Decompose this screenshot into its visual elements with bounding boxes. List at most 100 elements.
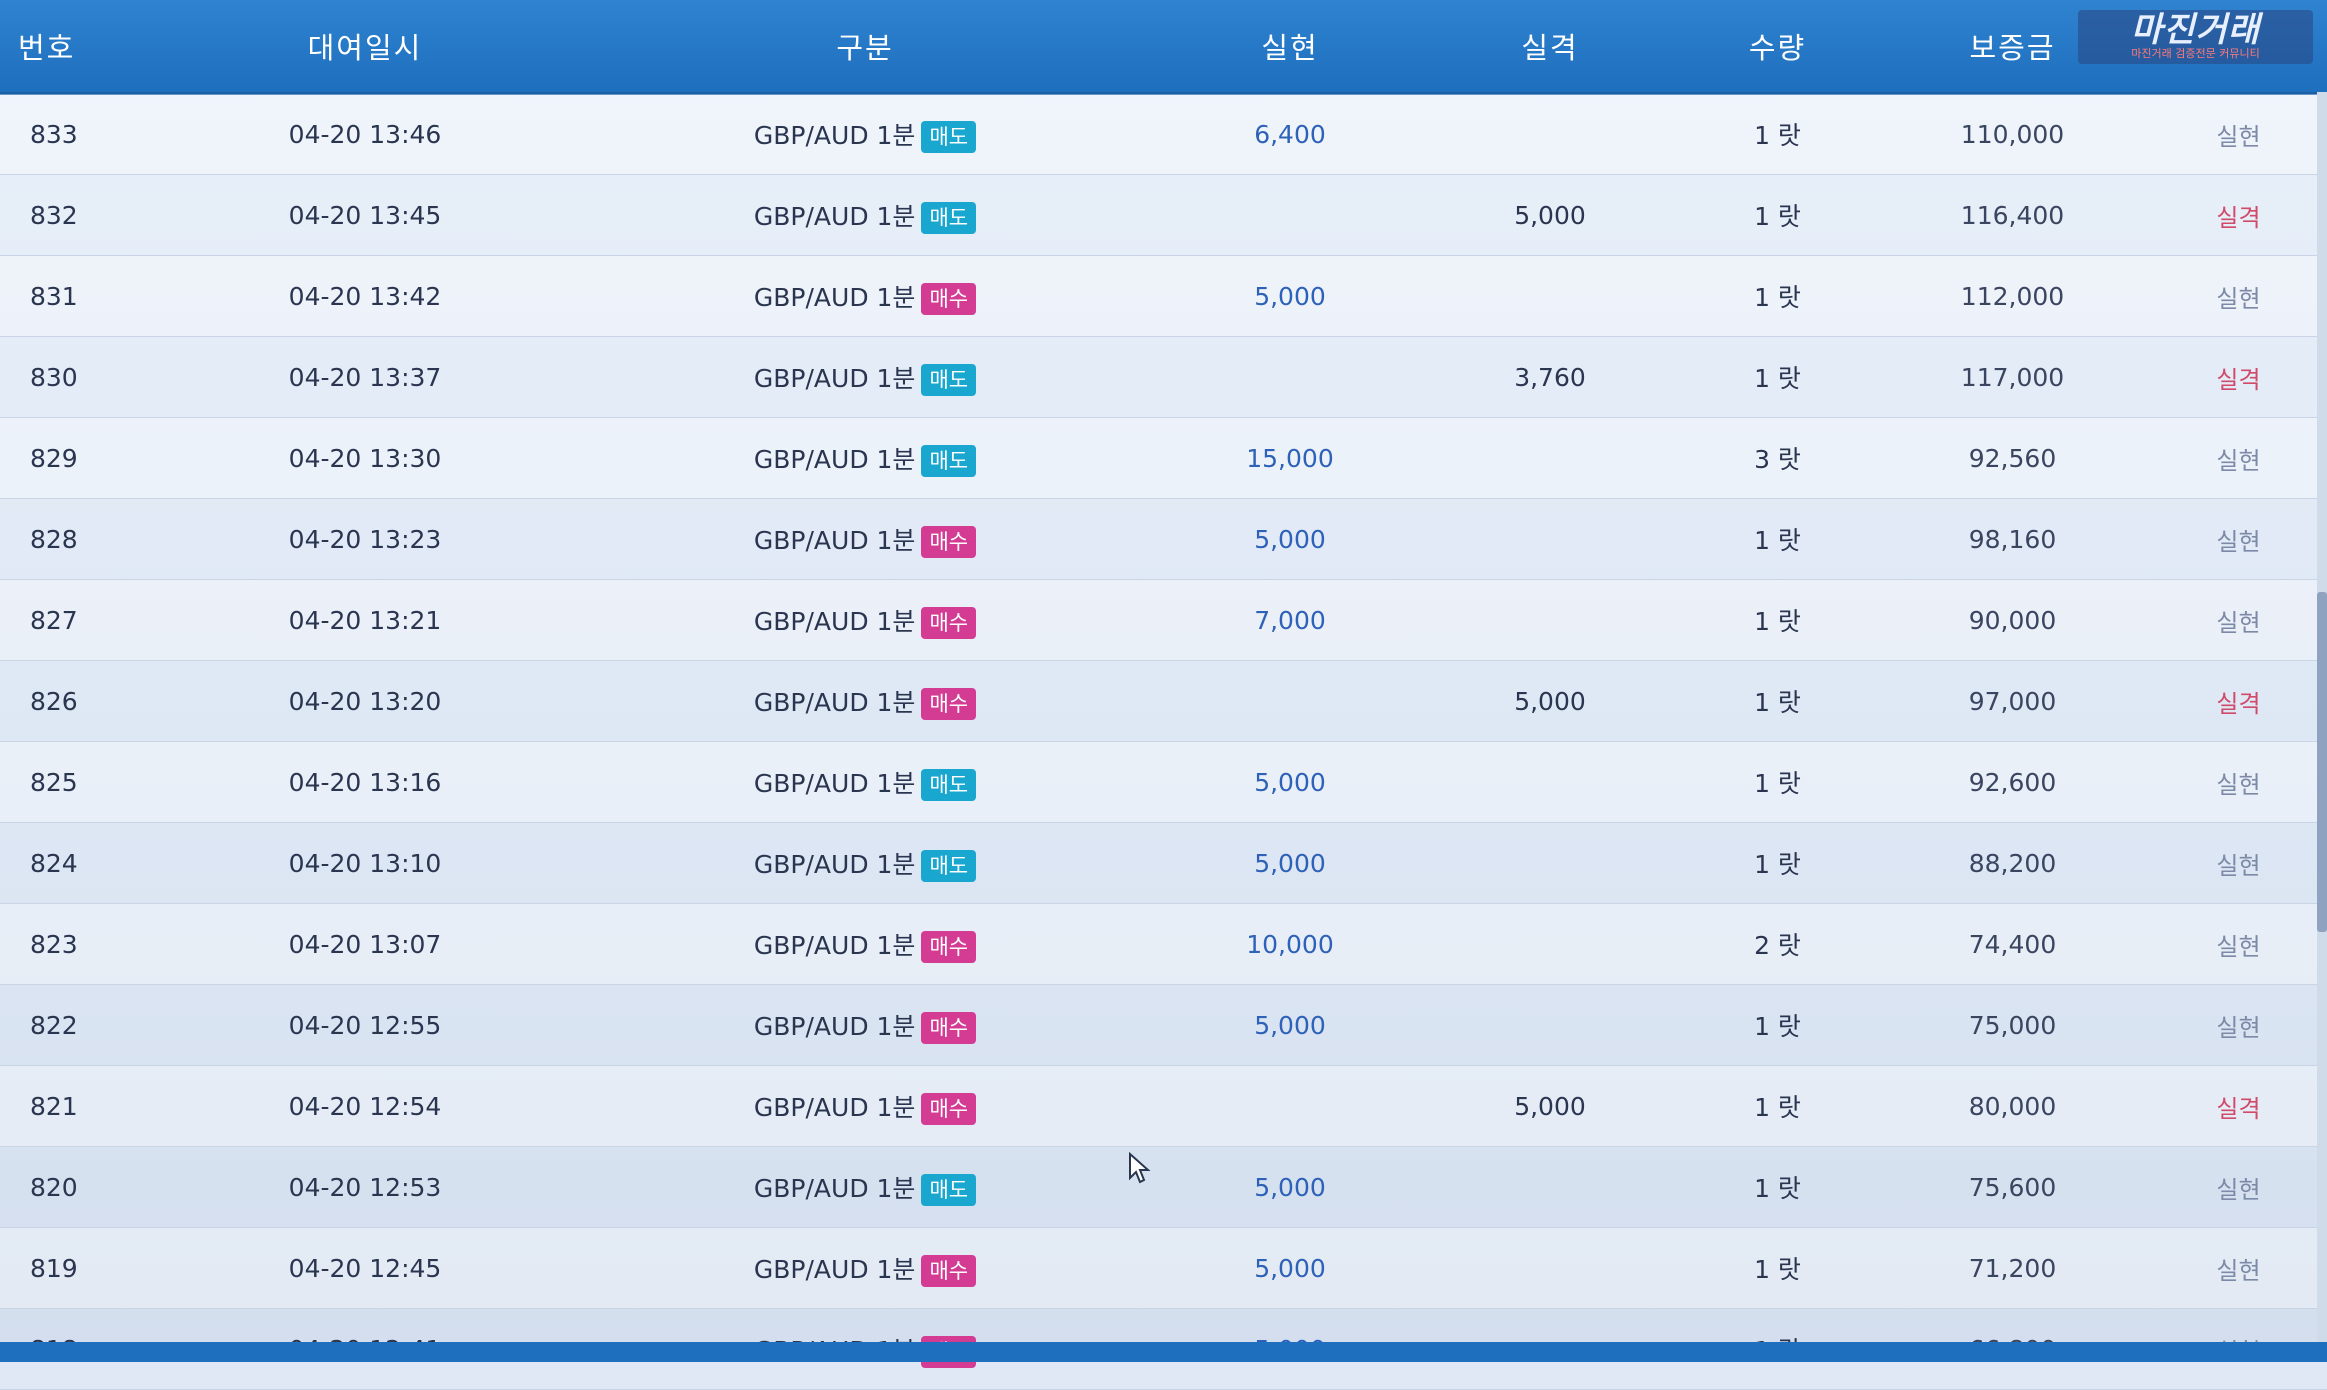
row-datetime: 04-20 13:45: [288, 200, 442, 230]
row-status: 실현: [2216, 284, 2261, 313]
row-number: 824: [30, 848, 78, 878]
row-margin: 117,000: [1960, 362, 2065, 392]
row-margin: 80,000: [1968, 1091, 2057, 1121]
product-name: GBP/AUD 1분: [753, 768, 916, 798]
table-row[interactable]: 829 04-20 13:30 GBP/AUD 1분 매도 15,000 3 랏 92,56…: [0, 418, 2327, 499]
trade-history-window: 번호 대여일시 구분 실현 실격 수량 보증금 마진거래 마진거래 검증전문 커…: [0, 0, 2327, 1390]
row-quantity: 1 랏: [1754, 283, 1801, 312]
row-number: 828: [30, 524, 78, 554]
table-row[interactable]: 828 04-20 13:23 GBP/AUD 1분 매수 5,000 1 랏 98,160…: [0, 499, 2327, 580]
row-margin: 92,560: [1968, 443, 2057, 473]
table-row[interactable]: 833 04-20 13:46 GBP/AUD 1분 매도 6,400 1 랏 110,00…: [0, 94, 2327, 175]
table-row[interactable]: 830 04-20 13:37 GBP/AUD 1분 매도 3,760 1 랏 117,00…: [0, 337, 2327, 418]
row-category: GBP/AUD 1분매수: [570, 926, 1160, 963]
row-datetime: 04-20 13:46: [288, 119, 442, 149]
product-name: GBP/AUD 1분: [753, 687, 916, 717]
table-row[interactable]: 832 04-20 13:45 GBP/AUD 1분 매도 5,000 1 랏 116,40…: [0, 175, 2327, 256]
column-header-datetime: 대여일시: [307, 31, 423, 65]
row-datetime: 04-20 13:07: [288, 929, 442, 959]
table-row[interactable]: 831 04-20 13:42 GBP/AUD 1분 매수 5,000 1 랏 112,00…: [0, 256, 2327, 337]
buy-badge: 매수: [921, 606, 977, 639]
product-name: GBP/AUD 1분: [753, 120, 916, 150]
table-row[interactable]: 821 04-20 12:54 GBP/AUD 1분 매수 5,000 1 랏 80,000…: [0, 1066, 2327, 1147]
table-row[interactable]: 826 04-20 13:20 GBP/AUD 1분 매수 5,000 1 랏 97,000…: [0, 661, 2327, 742]
sell-badge: 매도: [921, 768, 977, 801]
sell-badge: 매도: [921, 201, 977, 234]
row-quantity: 1 랏: [1754, 1093, 1801, 1122]
product-name: GBP/AUD 1분: [753, 363, 916, 393]
sell-badge: 매도: [921, 363, 977, 396]
row-datetime: 04-20 13:21: [288, 605, 442, 635]
row-status: 실현: [2216, 446, 2261, 475]
row-status: 실현: [2216, 1256, 2261, 1285]
row-profit: 5,000: [1254, 767, 1326, 797]
row-number: 827: [30, 605, 78, 635]
row-quantity: 1 랏: [1754, 688, 1801, 717]
buy-badge: 매수: [921, 1254, 977, 1287]
row-status: 실격: [2216, 689, 2261, 718]
row-category: GBP/AUD 1분 매도: [570, 359, 1160, 396]
row-margin: 88,200: [1968, 848, 2057, 878]
row-margin: 75,000: [1968, 1010, 2057, 1040]
row-profit: 6,400: [1254, 119, 1326, 149]
sell-badge: 매도: [921, 849, 977, 882]
row-loss: 3,760: [1514, 362, 1586, 392]
buy-badge: 매수: [921, 1011, 977, 1044]
table-row[interactable]: 820 04-20 12:53 GBP/AUD 1분 매도 5,000 1 랏 75,600…: [0, 1147, 2327, 1228]
vertical-scrollbar[interactable]: [2317, 92, 2327, 1362]
table-row[interactable]: 827 04-20 13:21 GBP/AUD 1분 매수 7,000 1 랏 90,000…: [0, 580, 2327, 661]
row-number: 833: [30, 119, 78, 149]
mouse-cursor-icon: [1129, 1152, 1151, 1184]
row-loss: 5,000: [1514, 686, 1586, 716]
table-row[interactable]: 822 04-20 12:55 GBP/AUD 1분 매수 5,000 1 랏 75,000…: [0, 985, 2327, 1066]
row-status: 실현: [2216, 608, 2261, 637]
buy-badge: 매수: [921, 930, 977, 963]
row-profit: 7,000: [1254, 605, 1326, 635]
buy-badge: 매수: [921, 282, 977, 315]
site-logo[interactable]: 마진거래 마진거래 검증전문 커뮤니티: [2078, 10, 2313, 64]
row-datetime: 04-20 13:23: [288, 524, 442, 554]
row-quantity: 1 랏: [1754, 1255, 1801, 1284]
row-status: 실격: [2216, 1094, 2261, 1123]
row-quantity: 1 랏: [1754, 850, 1801, 879]
row-number: 831: [30, 281, 78, 311]
row-category: GBP/AUD 1분매수: [570, 278, 1160, 315]
row-category: GBP/AUD 1분매수: [570, 521, 1160, 558]
row-quantity: 2 랏: [1754, 931, 1801, 960]
product-name: GBP/AUD 1분: [753, 1254, 916, 1284]
row-quantity: 1 랏: [1754, 1174, 1801, 1203]
logo-text: 마진거래: [2130, 10, 2261, 50]
row-quantity: 1 랏: [1754, 526, 1801, 555]
column-header-number: 번호: [18, 31, 76, 65]
row-number: 830: [30, 362, 78, 392]
row-status: 실현: [2216, 1175, 2261, 1204]
row-status: 실격: [2216, 365, 2261, 394]
trade-table-body: 833 04-20 13:46 GBP/AUD 1분 매도 6,400 1 랏 110,00…: [0, 94, 2327, 1390]
logo-subtext: 마진거래 검증전문 커뮤니티: [2131, 47, 2260, 60]
row-profit: 5,000: [1254, 1172, 1326, 1202]
row-status: 실현: [2216, 1013, 2261, 1042]
row-quantity: 1 랏: [1754, 364, 1801, 393]
table-row[interactable]: 825 04-20 13:16 GBP/AUD 1분 매도 5,000 1 랏 92,600…: [0, 742, 2327, 823]
row-status: 실현: [2216, 932, 2261, 961]
row-datetime: 04-20 13:30: [288, 443, 442, 473]
row-datetime: 04-20 13:37: [288, 362, 442, 392]
row-category: GBP/AUD 1분 매도: [570, 440, 1160, 477]
row-profit: 10,000: [1246, 929, 1334, 959]
table-row[interactable]: 824 04-20 13:10 GBP/AUD 1분 매도 5,000 1 랏 88,200…: [0, 823, 2327, 904]
row-category: GBP/AUD 1분 매도: [570, 764, 1160, 801]
row-status: 실현: [2216, 122, 2261, 151]
row-category: GBP/AUD 1분매수: [570, 1007, 1160, 1044]
table-row[interactable]: 823 04-20 13:07 GBP/AUD 1분 매수 10,000 2 랏 74,40…: [0, 904, 2327, 985]
row-margin: 71,200: [1968, 1253, 2057, 1283]
row-category: GBP/AUD 1분 매도: [570, 197, 1160, 234]
table-row[interactable]: 819 04-20 12:45 GBP/AUD 1분 매수 5,000 1 랏 71,200…: [0, 1228, 2327, 1309]
buy-badge: 매수: [921, 687, 977, 720]
row-number: 822: [30, 1010, 78, 1040]
row-datetime: 04-20 12:45: [288, 1253, 442, 1283]
row-status: 실현: [2216, 527, 2261, 556]
scrollbar-thumb[interactable]: [2317, 592, 2327, 932]
row-quantity: 1 랏: [1754, 607, 1801, 636]
row-margin: 98,160: [1968, 524, 2057, 554]
row-margin: 112,000: [1960, 281, 2065, 311]
